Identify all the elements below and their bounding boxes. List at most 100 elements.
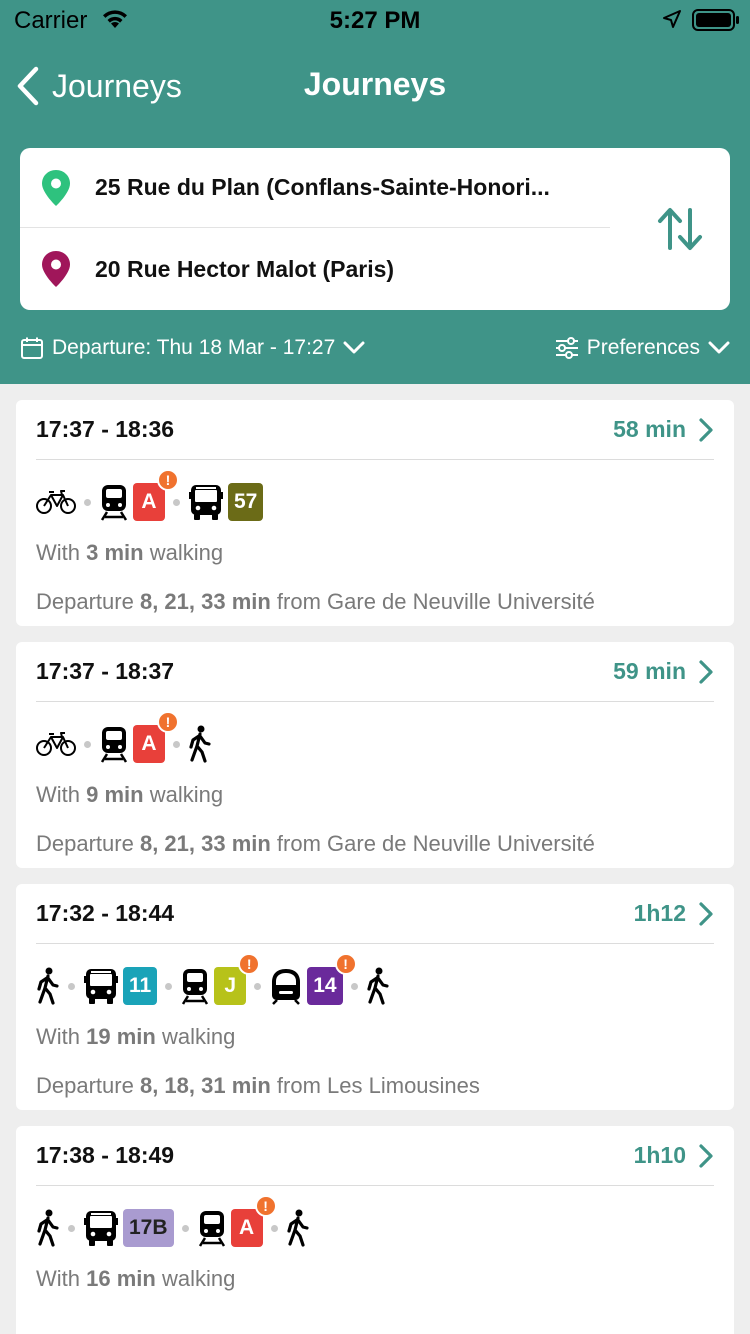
- alert-icon: !: [254, 1195, 277, 1217]
- walk-icon: [188, 725, 212, 763]
- walk-prefix: With: [36, 1024, 87, 1049]
- journey-duration: 58 min: [613, 416, 686, 442]
- walk-icon: [286, 1209, 310, 1247]
- journey-header: 17:37 - 18:36 58 min: [36, 400, 714, 460]
- alert-icon: !: [157, 469, 179, 491]
- walking-summary: With 16 min walking: [36, 1266, 235, 1292]
- departure-stop: from Gare de Neuville Université: [270, 589, 595, 614]
- leg-separator: [181, 1224, 189, 1232]
- departure-times: 8, 21, 33 min: [139, 589, 271, 614]
- walk-prefix: With: [36, 540, 87, 565]
- walk-duration: 19 min: [86, 1024, 156, 1049]
- journey-card[interactable]: 17:38 - 18:49 1h10 17B A! With 16 min wal…: [16, 1126, 734, 1334]
- chevron-down-icon: [343, 341, 365, 354]
- leg-separator: [84, 740, 91, 748]
- departure-prefix: Departure: [36, 1073, 140, 1098]
- status-bar: Carrier 5:27 PM: [0, 0, 750, 40]
- line-badge: 17B: [123, 1209, 174, 1247]
- walk-icon: [36, 1209, 60, 1247]
- leg-separator: [68, 1224, 75, 1232]
- departure-times: 8, 18, 31 min: [139, 1073, 271, 1098]
- journey-card[interactable]: 17:37 - 18:37 59 min A! With 9 min walki…: [16, 642, 734, 868]
- journey-times: 17:32 - 18:44: [36, 900, 175, 926]
- journey-duration: 1h10: [633, 1142, 686, 1168]
- leg-separator: [350, 982, 358, 990]
- walk-suffix: walking: [143, 782, 224, 807]
- destination-pin-icon: [40, 249, 72, 289]
- chevron-right-icon: [699, 417, 713, 442]
- bike-icon: [36, 489, 76, 515]
- chevron-right-icon: [699, 659, 713, 684]
- departure-selector[interactable]: Departure: Thu 18 Mar - 17:27: [20, 330, 365, 366]
- origin-field[interactable]: 25 Rue du Plan (Conflans-Sainte-Honori..…: [20, 148, 610, 228]
- destination-address: 20 Rue Hector Malot (Paris): [95, 255, 395, 282]
- walk-icon: [366, 967, 390, 1005]
- departure-times: 8, 21, 33 min: [139, 831, 271, 856]
- line-badge: A!: [230, 1195, 277, 1247]
- departure-prefix: Departure: [36, 589, 140, 614]
- line-badge: J!: [214, 953, 261, 1005]
- departure-prefix: Departure: [36, 831, 140, 856]
- walk-duration: 9 min: [86, 782, 144, 807]
- line-number: A: [141, 490, 157, 513]
- line-badge: 57: [228, 483, 264, 521]
- leg-separator: [173, 498, 180, 506]
- journey-legs: 17B A!: [36, 1195, 310, 1250]
- departure-summary: Departure 8, 18, 31 min from Les Limousi…: [36, 1073, 480, 1099]
- walk-duration: 3 min: [86, 540, 144, 565]
- leg-separator: [84, 498, 91, 506]
- battery-icon: [692, 9, 740, 36]
- page-title: Journeys: [303, 66, 447, 102]
- journey-list: 17:37 - 18:36 58 min A! 57 With 3 min wal…: [16, 400, 734, 1334]
- alert-icon: !: [334, 953, 357, 975]
- departure-stop: from Les Limousines: [270, 1073, 480, 1098]
- departure-stop: from Gare de Neuville Université: [270, 831, 595, 856]
- journey-card[interactable]: 17:32 - 18:44 1h12 11 J! 14! With 19 min w…: [16, 884, 734, 1110]
- walk-suffix: walking: [155, 1266, 236, 1291]
- walk-suffix: walking: [155, 1024, 236, 1049]
- preferences-selector[interactable]: Preferences: [555, 330, 730, 366]
- line-badge: A!: [133, 469, 179, 521]
- walk-icon: [36, 967, 60, 1005]
- preferences-label: Preferences: [586, 336, 700, 359]
- alert-icon: !: [238, 953, 261, 975]
- walk-duration: 16 min: [86, 1266, 156, 1291]
- alert-icon: !: [157, 711, 179, 733]
- address-card: 25 Rue du Plan (Conflans-Sainte-Honori..…: [20, 148, 730, 310]
- swap-button[interactable]: [656, 206, 704, 252]
- chevron-right-icon: [699, 901, 713, 926]
- chevron-right-icon: [699, 1143, 713, 1168]
- line-badge: 11: [123, 967, 158, 1005]
- walk-suffix: walking: [143, 540, 224, 565]
- destination-field[interactable]: 20 Rue Hector Malot (Paris): [20, 229, 610, 309]
- departure-label: Departure: Thu 18 Mar - 17:27: [52, 336, 336, 359]
- line-number: J: [224, 974, 237, 997]
- journey-times: 17:37 - 18:37: [36, 658, 175, 684]
- journey-header: 17:37 - 18:37 59 min: [36, 642, 714, 702]
- line-badge: A!: [133, 711, 179, 763]
- line-badge: 14!: [307, 953, 357, 1005]
- journey-legs: 11 J! 14!: [36, 953, 390, 1008]
- leg-separator: [173, 740, 180, 748]
- journey-duration: 59 min: [613, 658, 686, 684]
- journey-header: 17:38 - 18:49 1h10: [36, 1126, 714, 1186]
- walking-summary: With 3 min walking: [36, 540, 223, 566]
- origin-address: 25 Rue du Plan (Conflans-Sainte-Honori..…: [95, 174, 550, 200]
- bus-icon: [188, 483, 224, 521]
- leg-separator: [270, 1224, 278, 1232]
- clock: 5:27 PM: [329, 7, 421, 34]
- journey-legs: A! 57: [36, 469, 264, 524]
- leg-separator: [165, 982, 173, 990]
- line-number: 11: [129, 974, 152, 997]
- bus-icon: [83, 1209, 119, 1247]
- chevron-down-icon: [708, 341, 730, 354]
- train-icon: [197, 1209, 227, 1247]
- line-number: A: [141, 732, 157, 755]
- bus-icon: [83, 967, 119, 1005]
- journey-card[interactable]: 17:37 - 18:36 58 min A! 57 With 3 min wal…: [16, 400, 734, 626]
- journey-header: 17:32 - 18:44 1h12: [36, 884, 714, 944]
- train-icon: [180, 967, 210, 1005]
- swap-arrows-icon: [658, 208, 702, 250]
- train-icon: [99, 725, 129, 763]
- journey-times: 17:38 - 18:49: [36, 1142, 175, 1168]
